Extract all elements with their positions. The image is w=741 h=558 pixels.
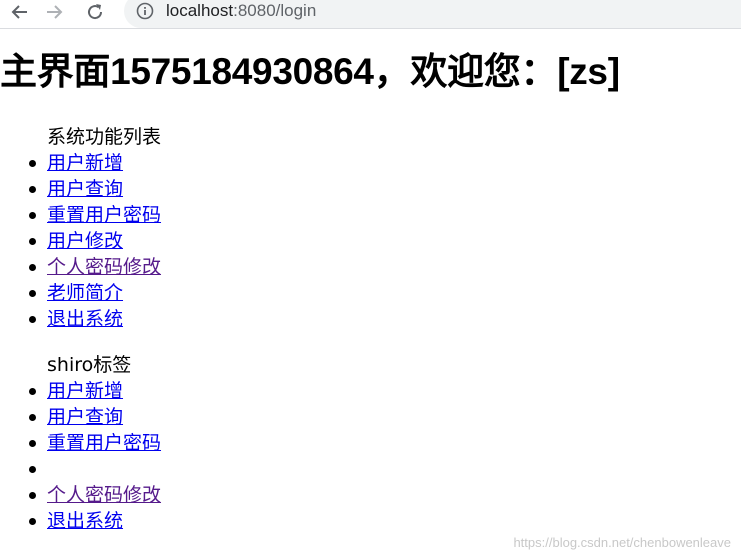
forward-button[interactable] — [41, 0, 67, 24]
user-edit-link[interactable]: 用户修改 — [47, 228, 123, 254]
section-title: shiro标签 — [47, 354, 132, 376]
section-title: 系统功能列表 — [47, 126, 162, 148]
list-item: 用户新增 — [0, 150, 400, 176]
list-item: 个人密码修改 — [0, 482, 400, 508]
url-host: localhost — [166, 1, 234, 20]
bullet — [29, 492, 36, 499]
list-item: 用户查询 — [0, 404, 400, 430]
list-item: 用户修改 — [0, 228, 400, 254]
reload-button[interactable] — [82, 0, 108, 24]
forward-arrow-icon — [47, 5, 63, 19]
change-own-password-link[interactable]: 个人密码修改 — [47, 254, 161, 280]
list-item-empty — [0, 456, 400, 482]
list-item: 退出系统 — [0, 508, 400, 534]
reload-icon — [88, 4, 103, 20]
list-item: 个人密码修改 — [0, 254, 400, 280]
back-arrow-icon — [11, 5, 27, 19]
reset-password-link[interactable]: 重置用户密码 — [47, 202, 161, 228]
user-query-link[interactable]: 用户查询 — [47, 404, 123, 430]
bullet — [29, 238, 36, 245]
back-button[interactable] — [7, 0, 33, 24]
bullet — [29, 160, 36, 167]
user-add-link[interactable]: 用户新增 — [47, 378, 123, 404]
logout-link[interactable]: 退出系统 — [47, 508, 123, 534]
list-item: 退出系统 — [0, 306, 400, 332]
logout-link[interactable]: 退出系统 — [47, 306, 123, 332]
change-own-password-link[interactable]: 个人密码修改 — [47, 482, 161, 508]
page-title: 主界面1575184930864，欢迎您：[zs] — [0, 51, 620, 92]
bullet — [29, 186, 36, 193]
bullet — [29, 440, 36, 447]
url-text[interactable]: localhost:8080/login — [166, 0, 316, 22]
bullet — [29, 212, 36, 219]
reset-password-link[interactable]: 重置用户密码 — [47, 430, 161, 456]
bullet — [29, 518, 36, 525]
list-item: 用户新增 — [0, 378, 400, 404]
list-item: 老师简介 — [0, 280, 400, 306]
user-query-link[interactable]: 用户查询 — [47, 176, 123, 202]
bullet — [29, 414, 36, 421]
url-path: :8080/login — [233, 1, 317, 20]
user-add-link[interactable]: 用户新增 — [47, 150, 123, 176]
bullet — [29, 316, 36, 323]
teacher-intro-link[interactable]: 老师简介 — [47, 280, 123, 306]
list-item: 重置用户密码 — [0, 430, 400, 456]
bullet — [29, 466, 36, 473]
list-item: 用户查询 — [0, 176, 400, 202]
browser-toolbar: localhost:8080/login — [0, 0, 741, 29]
watermark: https://blog.csdn.net/chenbowenleave — [513, 535, 731, 550]
bullet — [29, 290, 36, 297]
bullet — [29, 264, 36, 271]
info-icon[interactable] — [136, 2, 154, 20]
address-bar[interactable]: localhost:8080/login — [124, 0, 741, 28]
list-item: 重置用户密码 — [0, 202, 400, 228]
bullet — [29, 388, 36, 395]
